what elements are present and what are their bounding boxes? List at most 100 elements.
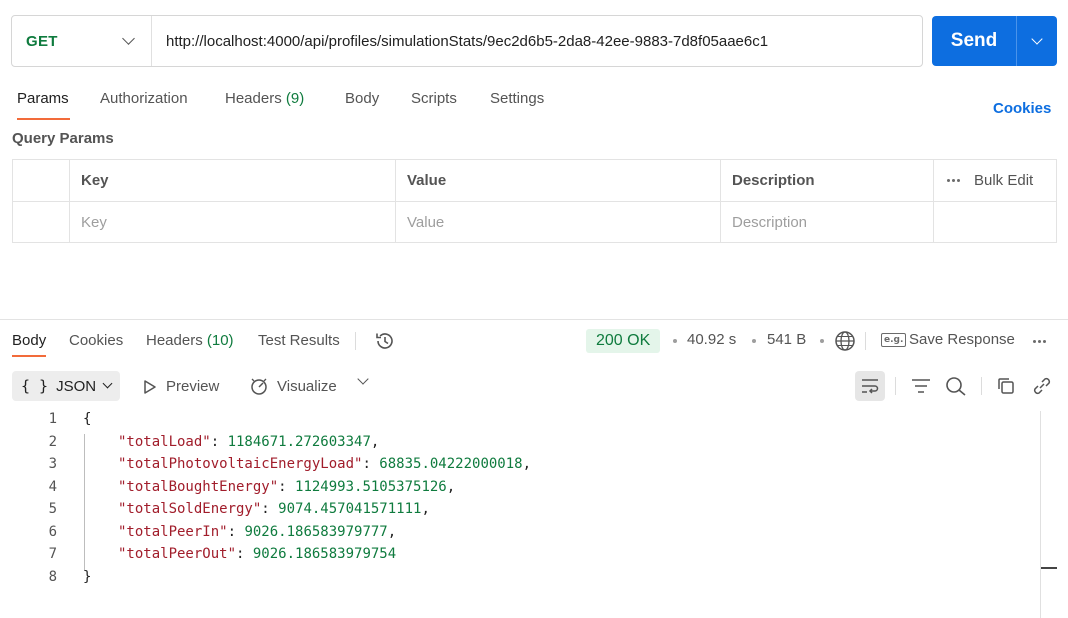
tab-authorization[interactable]: Authorization [100,86,188,107]
line-number: 4 [48,479,57,495]
json-key: "totalSoldEnergy" [118,501,262,517]
separator-dot [752,339,756,343]
json-key: "totalPeerOut" [118,546,237,562]
chevron-down-icon [357,373,369,385]
pane-divider[interactable] [0,319,1068,320]
tab-headers[interactable]: Headers (9) [225,86,304,107]
more-icon[interactable] [1033,340,1046,343]
bulk-edit-button[interactable]: Bulk Edit [974,172,1033,189]
url-bar: GET [11,15,923,67]
response-tab-headers[interactable]: Headers (10) [146,330,234,349]
method-select[interactable]: GET [12,16,152,66]
search-icon[interactable] [945,376,967,396]
separator [865,332,866,350]
json-entry: "totalPeerIn": 9026.186583979777, [118,524,397,540]
line-number: 7 [48,546,57,562]
comma: , [387,524,397,540]
line-number: 1 [48,411,57,427]
comma: , [370,434,380,450]
scrollbar[interactable] [1040,411,1041,618]
preview-label: Preview [166,378,220,395]
brace: { [83,411,92,427]
json-value: 9074.457041571111 [278,501,422,517]
column-header-value: Value [395,160,720,201]
chevron-down-icon [102,378,113,389]
response-size[interactable]: 541 B [767,331,806,348]
bulk-edit-cell: Bulk Edit [933,160,1056,201]
line-number: 3 [48,456,57,472]
tab-scripts[interactable]: Scripts [411,86,457,107]
chevron-down-icon [1031,32,1043,45]
globe-icon[interactable] [834,330,856,352]
visualize-dropdown[interactable] [357,373,369,385]
history-icon[interactable] [374,330,396,352]
method-label: GET [26,32,58,50]
json-value: 9026.186583979754 [252,546,397,562]
json-entry: "totalSoldEnergy": 9074.457041571111, [118,501,430,517]
format-select[interactable]: { } JSON [12,371,120,401]
preview-button[interactable]: Preview [143,378,219,395]
response-tab-cookies[interactable]: Cookies [69,330,123,349]
separator-dot [673,339,677,343]
headers-count: (9) [285,90,305,107]
filter-icon[interactable] [910,376,932,396]
table-header-row: Key Value Description Bulk Edit [13,160,1056,201]
separator-dot [820,339,824,343]
json-value: 9026.186583979777 [244,524,388,540]
json-entry: "totalBoughtEnergy": 1124993.5105375126, [118,479,456,495]
table-row: Key Value Description [13,201,1056,242]
response-time[interactable]: 40.92 s [687,331,736,348]
wrap-lines-button[interactable] [855,371,885,401]
value-input[interactable]: Value [395,202,720,242]
line-number: 2 [48,434,57,450]
json-value: 1184671.272603347 [227,434,371,450]
empty-cell [933,202,1056,242]
response-tab-body[interactable]: Body [12,330,47,357]
description-input[interactable]: Description [720,202,933,242]
send-options-button[interactable] [1016,16,1057,66]
more-icon[interactable] [947,179,960,182]
json-key: "totalPhotovoltaicEnergyLoad" [118,456,363,472]
comma: , [421,501,430,517]
json-icon: { } [21,377,49,395]
json-key: "totalPeerIn" [118,524,228,540]
visualize-label: Visualize [277,377,337,395]
url-input[interactable] [152,16,922,66]
send-button[interactable]: Send [932,16,1016,66]
example-badge: e.g. [881,333,907,347]
query-params-title: Query Params [12,130,114,147]
scrollbar-thumb[interactable] [1041,567,1057,569]
line-number: 8 [48,569,57,585]
key-input[interactable]: Key [69,202,395,242]
json-entry: "totalPhotovoltaicEnergyLoad": 68835.042… [118,456,532,472]
query-params-table: Key Value Description Bulk Edit Key Valu… [12,159,1057,243]
tab-headers-label: Headers [225,90,282,107]
tab-params[interactable]: Params [17,86,70,120]
line-number: 6 [48,524,57,540]
comma: , [522,456,532,472]
row-checkbox-cell [13,202,69,242]
tab-settings[interactable]: Settings [490,86,544,107]
brace: } [83,569,92,585]
cookies-link[interactable]: Cookies [993,100,1051,117]
response-tab-test-results[interactable]: Test Results [258,330,340,349]
column-header-description: Description [720,160,933,201]
wrap-lines-icon [862,379,879,394]
chevron-down-icon [122,32,135,45]
response-tab-headers-label: Headers [146,332,203,349]
response-headers-count: (10) [206,332,234,349]
separator [355,332,356,350]
visualize-icon [251,378,267,395]
visualize-button[interactable]: Visualize [249,376,337,396]
status-badge[interactable]: 200 OK [586,329,661,353]
column-header-key: Key [69,160,395,201]
format-label: JSON [56,377,97,395]
send-button-group: Send [932,16,1057,66]
json-key: "totalBoughtEnergy" [118,479,279,495]
json-value: 1124993.5105375126 [295,479,447,495]
copy-icon[interactable] [996,376,1016,396]
comma: , [446,479,456,495]
link-icon[interactable] [1031,376,1053,396]
save-response-button[interactable]: Save Response [909,331,1015,348]
tab-body[interactable]: Body [345,86,379,107]
